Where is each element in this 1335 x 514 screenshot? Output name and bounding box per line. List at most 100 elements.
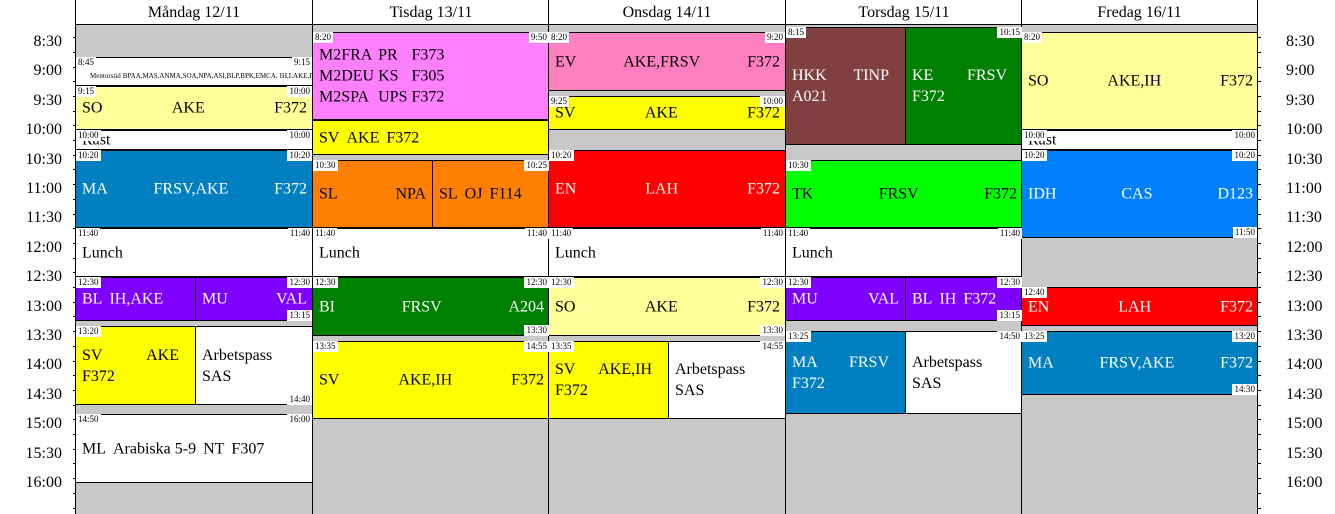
lesson-content: SV AKE,IH F372 [319, 370, 544, 391]
lesson-field: SL [319, 185, 338, 203]
end-time-label: 16:00 [287, 414, 312, 425]
time-label: 12:00 [25, 238, 62, 256]
lesson-field: LAH [645, 180, 679, 198]
time-tick [1258, 419, 1261, 420]
lesson-block[interactable]: KE FRSV F372 [905, 27, 1022, 145]
day-column: Tisdag 13/11 M2FRA PR F373 M2DEU KS F305 M2SPA U… [312, 0, 549, 514]
lesson-block[interactable]: SV AKE,IH F372 [549, 341, 668, 419]
lesson-field: IH [939, 290, 957, 308]
lesson-block[interactable]: Lunch [313, 228, 549, 277]
lesson-block[interactable]: Mentorstid BPAA,MAS,ANMA,SOA,NPA,ASI,BLP,… [76, 57, 312, 86]
lesson-block[interactable]: Lunch [76, 228, 312, 277]
lesson-field: EN [1028, 298, 1050, 315]
lesson-field: AKE [346, 129, 380, 146]
lesson-content: EN LAH F372 [1028, 296, 1253, 317]
lesson-content: ML Arabiska 5-9 NT F307 [82, 438, 307, 459]
time-tick [1258, 155, 1261, 156]
lesson-field: PR [378, 46, 398, 64]
lesson-block[interactable]: Lunch [786, 228, 1022, 277]
day-header: Onsdag 14/11 [549, 0, 785, 25]
lesson-field: F372 [274, 180, 307, 198]
lesson-block[interactable]: EN LAH F372 [549, 150, 785, 228]
lesson-content: MA FRSV F372 [792, 352, 899, 394]
lesson-content: HKK TINP A021 [792, 65, 899, 107]
end-time-label: 14:55 [524, 341, 549, 352]
lesson-field: EV [555, 53, 577, 70]
lesson-block[interactable]: EV AKE,FRSV F372 [549, 32, 785, 91]
time-tick [1258, 390, 1261, 391]
time-axis-left: 8:30 9:00 9:30 10:00 10:30 11:00 11:30 12:00 12:… [0, 0, 76, 514]
end-time-label: 11:40 [287, 228, 312, 239]
lesson-block[interactable]: SV AKE F372 [76, 326, 195, 405]
lesson-block[interactable]: BI FRSV A204 [313, 277, 549, 336]
lesson-field: SV [319, 129, 340, 146]
lesson-block[interactable]: IDH CAS D123 [1022, 150, 1257, 238]
lesson-block[interactable]: Lunch [549, 228, 785, 277]
start-time-label: 8:20 [313, 32, 334, 43]
lesson-block[interactable]: SO AKE F372 [76, 86, 312, 130]
lesson-field: D123 [1217, 185, 1253, 203]
lesson-field: F372 [1220, 72, 1253, 90]
start-time-label: 11:40 [549, 228, 574, 239]
time-label: 15:30 [1286, 444, 1323, 462]
lesson-field: F372 [984, 185, 1017, 203]
lesson-block[interactable]: MA FRSV,AKE F372 [1022, 331, 1257, 395]
lesson-block[interactable]: SV AKE,IH F372 [313, 341, 549, 419]
lesson-block[interactable]: M2FRA PR F373 M2DEU KS F305 M2SPA UPS F372 [313, 32, 549, 120]
time-label: 13:30 [25, 327, 62, 344]
time-axis-right: 8:30 9:00 9:30 10:00 10:30 11:00 11:30 12:00 12:… [1258, 0, 1335, 514]
start-time-label: 10:20 [549, 150, 574, 161]
lesson-block[interactable]: Arbetspass SAS [905, 331, 1022, 414]
end-time-label: 14:55 [760, 341, 785, 352]
day-header: Torsdag 15/11 [786, 0, 1022, 25]
lesson-block[interactable]: SO AKE F372 [549, 277, 785, 336]
time-tick [1258, 331, 1261, 332]
end-time-label: 10:20 [1232, 150, 1257, 161]
lesson-block[interactable]: ML Arabiska 5-9 NT F307 [76, 414, 312, 483]
start-time-label: 10:20 [76, 150, 101, 161]
lesson-block[interactable]: TK FRSV F372 [786, 160, 1022, 228]
end-time-label: 11:50 [1232, 227, 1257, 238]
start-time-label: 11:40 [313, 228, 338, 239]
lesson-field: NT [203, 440, 225, 457]
start-time-label: 10:20 [1022, 150, 1047, 161]
lesson-block[interactable]: SV AKE F372 [549, 96, 785, 130]
time-label: 16:00 [1286, 474, 1323, 491]
time-tick [1258, 140, 1261, 141]
time-tick [1258, 67, 1261, 68]
lesson-field: Lunch [792, 244, 833, 261]
lesson-field: AKE,IH [598, 361, 652, 378]
lesson-field: SO [82, 99, 103, 117]
start-time-label: 12:30 [786, 277, 811, 288]
time-tick [1258, 449, 1261, 450]
time-tick [1258, 463, 1261, 464]
lesson-field: F372 [82, 367, 115, 385]
time-label: 10:00 [1286, 121, 1323, 139]
lesson-content: SL NPA [319, 184, 426, 205]
lesson-block[interactable]: SV AKE F372 [313, 120, 549, 155]
lesson-block[interactable]: MA FRSV,AKE F372 [76, 150, 312, 228]
lesson-block[interactable]: EN LAH F372 [1022, 287, 1257, 326]
start-time-label: 12:30 [313, 277, 338, 288]
lesson-field: F372 [747, 53, 780, 70]
lesson-block[interactable]: SO AKE,IH F372 [1022, 32, 1257, 130]
lesson-block[interactable]: Rast [1022, 130, 1257, 150]
time-label: 10:30 [1286, 150, 1323, 168]
day-column: Måndag 12/11 Mentorstid BPAA,MAS,ANMA,SOA,… [75, 0, 312, 514]
lesson-block[interactable]: HKK TINP A021 [786, 27, 905, 145]
lesson-block[interactable]: MA FRSV F372 [786, 331, 905, 414]
lesson-field: F372 [555, 382, 588, 399]
lesson-field: AKE,IH [398, 371, 453, 389]
time-tick [1258, 81, 1261, 82]
lesson-content: Lunch [555, 242, 780, 263]
end-time-label: 12:30 [287, 277, 312, 288]
lesson-field: BPAA,MAS,ANMA,SOA,NPA,ASI,BLP,BPK,EMCA, [122, 72, 278, 80]
lesson-block[interactable]: Rast [76, 130, 312, 150]
start-time-label: 8:20 [549, 32, 570, 43]
end-time-label: 14:50 [997, 331, 1022, 342]
start-time-label: 10:30 [786, 160, 811, 171]
lesson-field: F307 [231, 440, 265, 457]
lesson-block[interactable]: Arbetspass SAS [668, 341, 785, 419]
lesson-field: MU [792, 290, 818, 308]
lesson-field: NPA [395, 185, 426, 203]
